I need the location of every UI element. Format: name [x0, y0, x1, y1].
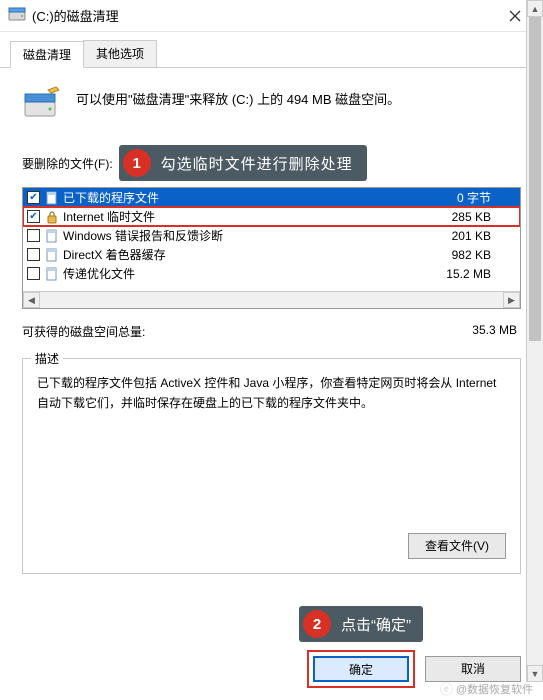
intro-section: 可以使用"磁盘清理"来释放 (C:) 上的 494 MB 磁盘空间。 — [22, 84, 521, 127]
file-name: 已下载的程序文件 — [63, 189, 431, 206]
scroll-thumb[interactable] — [529, 17, 541, 341]
file-checkbox[interactable] — [27, 248, 40, 261]
tab-more-options[interactable]: 其他选项 — [83, 40, 157, 67]
file-row[interactable]: ✔ Internet 临时文件285 KB — [23, 207, 520, 226]
description-text: 已下载的程序文件包括 ActiveX 控件和 Java 小程序，你查看特定网页时… — [37, 373, 506, 513]
tab-strip: 磁盘清理 其他选项 — [0, 32, 543, 68]
file-row[interactable]: DirectX 着色器缓存982 KB — [23, 245, 520, 264]
ok-highlight-box: 确定 — [307, 650, 415, 688]
total-space-row: 可获得的磁盘空间总量: 35.3 MB — [22, 323, 521, 340]
file-name: Windows 错误报告和反馈诊断 — [63, 227, 431, 244]
file-row[interactable]: Windows 错误报告和反馈诊断201 KB — [23, 226, 520, 245]
window-title: (C:)的磁盘清理 — [32, 6, 495, 25]
annotation-text-2: 点击“确定” — [341, 614, 411, 635]
lock-icon — [44, 210, 60, 224]
scroll-track[interactable] — [527, 17, 543, 665]
scroll-up-arrow[interactable]: ▲ — [527, 0, 543, 17]
file-row[interactable]: 传递优化文件15.2 MB — [23, 264, 520, 283]
file-icon — [44, 191, 60, 205]
watermark-text: @数据恢复软件 — [456, 681, 533, 697]
total-space-value: 35.3 MB — [472, 323, 517, 340]
file-checkbox[interactable]: ✔ — [27, 210, 40, 223]
horizontal-scrollbar[interactable]: ◀ ▶ — [23, 291, 520, 308]
tab-disk-cleanup[interactable]: 磁盘清理 — [10, 41, 84, 68]
close-icon — [509, 10, 521, 22]
annotation-callout-1: 1 勾选临时文件进行删除处理 — [119, 145, 367, 181]
file-icon — [44, 229, 60, 243]
annotation-badge-1: 1 — [123, 149, 151, 177]
watermark: ⓔ @数据恢复软件 — [440, 679, 533, 698]
intro-text: 可以使用"磁盘清理"来释放 (C:) 上的 494 MB 磁盘空间。 — [76, 84, 400, 110]
file-checkbox[interactable] — [27, 229, 40, 242]
file-size: 0 字节 — [431, 189, 491, 206]
files-listbox[interactable]: ✔已下载的程序文件0 字节✔Internet 临时文件285 KBWindows… — [22, 187, 521, 309]
files-to-delete-label: 要删除的文件(F): — [22, 155, 113, 172]
file-size: 15.2 MB — [431, 267, 491, 281]
file-checkbox[interactable] — [27, 267, 40, 280]
annotation-text-1: 勾选临时文件进行删除处理 — [161, 153, 353, 174]
disk-cleanup-icon — [22, 84, 62, 127]
file-name: DirectX 着色器缓存 — [63, 246, 431, 263]
titlebar: (C:)的磁盘清理 — [0, 0, 543, 32]
file-size: 982 KB — [431, 248, 491, 262]
weibo-icon: ⓔ — [440, 679, 453, 698]
file-name: 传递优化文件 — [63, 265, 431, 282]
file-icon — [44, 267, 60, 281]
scroll-left-arrow[interactable]: ◀ — [23, 292, 40, 308]
total-space-label: 可获得的磁盘空间总量: — [22, 323, 145, 340]
description-legend: 描述 — [31, 350, 63, 367]
file-icon — [44, 248, 60, 262]
scroll-right-arrow[interactable]: ▶ — [503, 292, 520, 308]
view-files-button[interactable]: 查看文件(V) — [408, 533, 506, 559]
file-row[interactable]: ✔ 已下载的程序文件0 字节 — [23, 188, 520, 207]
file-size: 285 KB — [431, 210, 491, 224]
hscroll-track[interactable] — [40, 292, 503, 308]
description-group: 描述 已下载的程序文件包括 ActiveX 控件和 Java 小程序，你查看特定… — [22, 358, 521, 574]
file-name: Internet 临时文件 — [63, 208, 431, 225]
annotation-callout-2: 2 点击“确定” — [299, 606, 423, 642]
vertical-scrollbar[interactable]: ▲ ▼ — [526, 0, 543, 682]
file-size: 201 KB — [431, 229, 491, 243]
drive-icon — [8, 6, 26, 25]
annotation-badge-2: 2 — [303, 610, 331, 638]
ok-button[interactable]: 确定 — [313, 656, 409, 682]
file-checkbox[interactable]: ✔ — [27, 191, 40, 204]
